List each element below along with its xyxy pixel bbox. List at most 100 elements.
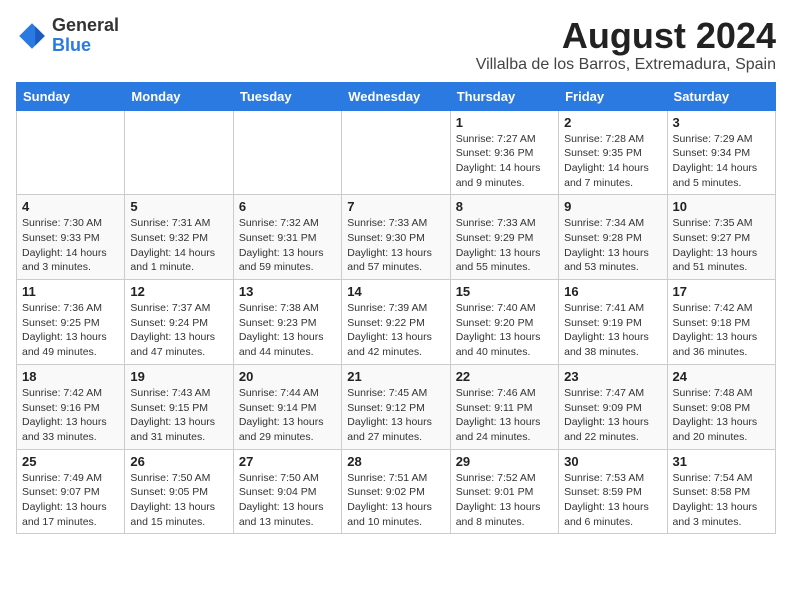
col-header-thursday: Thursday	[450, 82, 558, 110]
day-number: 17	[673, 284, 770, 299]
calendar-week-row: 1 Sunrise: 7:27 AM Sunset: 9:36 PM Daylig…	[17, 110, 776, 195]
calendar-cell	[233, 110, 341, 195]
calendar-cell: 9 Sunrise: 7:34 AM Sunset: 9:28 PM Daylig…	[559, 195, 667, 280]
day-number: 12	[130, 284, 227, 299]
day-number: 19	[130, 369, 227, 384]
day-number: 16	[564, 284, 661, 299]
day-number: 1	[456, 115, 553, 130]
day-info: Sunrise: 7:50 AM Sunset: 9:05 PM Dayligh…	[130, 471, 227, 530]
day-info: Sunrise: 7:39 AM Sunset: 9:22 PM Dayligh…	[347, 301, 444, 360]
day-number: 5	[130, 199, 227, 214]
day-info: Sunrise: 7:51 AM Sunset: 9:02 PM Dayligh…	[347, 471, 444, 530]
page-header: General Blue August 2024 Villalba de los…	[16, 16, 776, 74]
calendar-cell: 11 Sunrise: 7:36 AM Sunset: 9:25 PM Dayli…	[17, 280, 125, 365]
day-info: Sunrise: 7:42 AM Sunset: 9:18 PM Dayligh…	[673, 301, 770, 360]
day-number: 2	[564, 115, 661, 130]
day-info: Sunrise: 7:50 AM Sunset: 9:04 PM Dayligh…	[239, 471, 336, 530]
day-info: Sunrise: 7:54 AM Sunset: 8:58 PM Dayligh…	[673, 471, 770, 530]
calendar-cell: 31 Sunrise: 7:54 AM Sunset: 8:58 PM Dayli…	[667, 449, 775, 534]
day-number: 25	[22, 454, 119, 469]
logo-text: General Blue	[52, 16, 119, 56]
day-number: 31	[673, 454, 770, 469]
day-number: 8	[456, 199, 553, 214]
calendar-cell	[17, 110, 125, 195]
col-header-sunday: Sunday	[17, 82, 125, 110]
calendar-cell: 17 Sunrise: 7:42 AM Sunset: 9:18 PM Dayli…	[667, 280, 775, 365]
col-header-tuesday: Tuesday	[233, 82, 341, 110]
col-header-monday: Monday	[125, 82, 233, 110]
day-number: 26	[130, 454, 227, 469]
day-number: 28	[347, 454, 444, 469]
calendar-cell: 28 Sunrise: 7:51 AM Sunset: 9:02 PM Dayli…	[342, 449, 450, 534]
calendar-cell	[125, 110, 233, 195]
day-info: Sunrise: 7:33 AM Sunset: 9:29 PM Dayligh…	[456, 216, 553, 275]
calendar-cell: 13Sunrise: 7:38 AM Sunset: 9:23 PM Dayli…	[233, 280, 341, 365]
day-number: 6	[239, 199, 336, 214]
calendar-cell: 1 Sunrise: 7:27 AM Sunset: 9:36 PM Daylig…	[450, 110, 558, 195]
location-title: Villalba de los Barros, Extremadura, Spa…	[476, 56, 776, 74]
day-info: Sunrise: 7:35 AM Sunset: 9:27 PM Dayligh…	[673, 216, 770, 275]
day-number: 23	[564, 369, 661, 384]
calendar-cell: 16Sunrise: 7:41 AM Sunset: 9:19 PM Dayli…	[559, 280, 667, 365]
day-info: Sunrise: 7:37 AM Sunset: 9:24 PM Dayligh…	[130, 301, 227, 360]
col-header-wednesday: Wednesday	[342, 82, 450, 110]
calendar-cell: 23 Sunrise: 7:47 AM Sunset: 9:09 PM Dayli…	[559, 364, 667, 449]
calendar-cell: 2 Sunrise: 7:28 AM Sunset: 9:35 PM Daylig…	[559, 110, 667, 195]
day-info: Sunrise: 7:42 AM Sunset: 9:16 PM Dayligh…	[22, 386, 119, 445]
calendar-cell: 14 Sunrise: 7:39 AM Sunset: 9:22 PM Dayli…	[342, 280, 450, 365]
calendar-cell: 3 Sunrise: 7:29 AM Sunset: 9:34 PM Daylig…	[667, 110, 775, 195]
day-number: 11	[22, 284, 119, 299]
day-number: 27	[239, 454, 336, 469]
day-number: 29	[456, 454, 553, 469]
calendar-cell: 12 Sunrise: 7:37 AM Sunset: 9:24 PM Dayli…	[125, 280, 233, 365]
day-info: Sunrise: 7:43 AM Sunset: 9:15 PM Dayligh…	[130, 386, 227, 445]
calendar-cell: 22 Sunrise: 7:46 AM Sunset: 9:11 PM Dayli…	[450, 364, 558, 449]
day-info: Sunrise: 7:49 AM Sunset: 9:07 PM Dayligh…	[22, 471, 119, 530]
day-number: 10	[673, 199, 770, 214]
calendar-cell: 5Sunrise: 7:31 AM Sunset: 9:32 PM Daylig…	[125, 195, 233, 280]
calendar-cell: 20Sunrise: 7:44 AM Sunset: 9:14 PM Dayli…	[233, 364, 341, 449]
calendar-cell: 4 Sunrise: 7:30 AM Sunset: 9:33 PM Daylig…	[17, 195, 125, 280]
col-header-friday: Friday	[559, 82, 667, 110]
logo: General Blue	[16, 16, 119, 56]
day-number: 30	[564, 454, 661, 469]
day-info: Sunrise: 7:47 AM Sunset: 9:09 PM Dayligh…	[564, 386, 661, 445]
calendar-cell: 8 Sunrise: 7:33 AM Sunset: 9:29 PM Daylig…	[450, 195, 558, 280]
day-info: Sunrise: 7:29 AM Sunset: 9:34 PM Dayligh…	[673, 132, 770, 191]
day-info: Sunrise: 7:27 AM Sunset: 9:36 PM Dayligh…	[456, 132, 553, 191]
day-info: Sunrise: 7:40 AM Sunset: 9:20 PM Dayligh…	[456, 301, 553, 360]
day-number: 21	[347, 369, 444, 384]
calendar-cell: 10 Sunrise: 7:35 AM Sunset: 9:27 PM Dayli…	[667, 195, 775, 280]
calendar-cell	[342, 110, 450, 195]
calendar-cell: 25 Sunrise: 7:49 AM Sunset: 9:07 PM Dayli…	[17, 449, 125, 534]
title-block: August 2024 Villalba de los Barros, Extr…	[476, 16, 776, 74]
day-info: Sunrise: 7:34 AM Sunset: 9:28 PM Dayligh…	[564, 216, 661, 275]
day-number: 13	[239, 284, 336, 299]
calendar-cell: 15 Sunrise: 7:40 AM Sunset: 9:20 PM Dayli…	[450, 280, 558, 365]
calendar-cell: 29Sunrise: 7:52 AM Sunset: 9:01 PM Dayli…	[450, 449, 558, 534]
col-header-saturday: Saturday	[667, 82, 775, 110]
day-info: Sunrise: 7:28 AM Sunset: 9:35 PM Dayligh…	[564, 132, 661, 191]
calendar-week-row: 4 Sunrise: 7:30 AM Sunset: 9:33 PM Daylig…	[17, 195, 776, 280]
day-number: 9	[564, 199, 661, 214]
calendar-table: SundayMondayTuesdayWednesdayThursdayFrid…	[16, 82, 776, 535]
logo-general: General	[52, 15, 119, 35]
calendar-header-row: SundayMondayTuesdayWednesdayThursdayFrid…	[17, 82, 776, 110]
day-number: 15	[456, 284, 553, 299]
calendar-cell: 21Sunrise: 7:45 AM Sunset: 9:12 PM Dayli…	[342, 364, 450, 449]
day-number: 3	[673, 115, 770, 130]
day-number: 14	[347, 284, 444, 299]
calendar-week-row: 11 Sunrise: 7:36 AM Sunset: 9:25 PM Dayli…	[17, 280, 776, 365]
day-info: Sunrise: 7:36 AM Sunset: 9:25 PM Dayligh…	[22, 301, 119, 360]
day-number: 22	[456, 369, 553, 384]
day-info: Sunrise: 7:30 AM Sunset: 9:33 PM Dayligh…	[22, 216, 119, 275]
day-info: Sunrise: 7:32 AM Sunset: 9:31 PM Dayligh…	[239, 216, 336, 275]
day-info: Sunrise: 7:33 AM Sunset: 9:30 PM Dayligh…	[347, 216, 444, 275]
day-info: Sunrise: 7:48 AM Sunset: 9:08 PM Dayligh…	[673, 386, 770, 445]
calendar-cell: 6 Sunrise: 7:32 AM Sunset: 9:31 PM Daylig…	[233, 195, 341, 280]
logo-icon	[16, 20, 48, 52]
day-number: 4	[22, 199, 119, 214]
day-info: Sunrise: 7:46 AM Sunset: 9:11 PM Dayligh…	[456, 386, 553, 445]
calendar-cell: 26 Sunrise: 7:50 AM Sunset: 9:05 PM Dayli…	[125, 449, 233, 534]
calendar-cell: 18Sunrise: 7:42 AM Sunset: 9:16 PM Dayli…	[17, 364, 125, 449]
